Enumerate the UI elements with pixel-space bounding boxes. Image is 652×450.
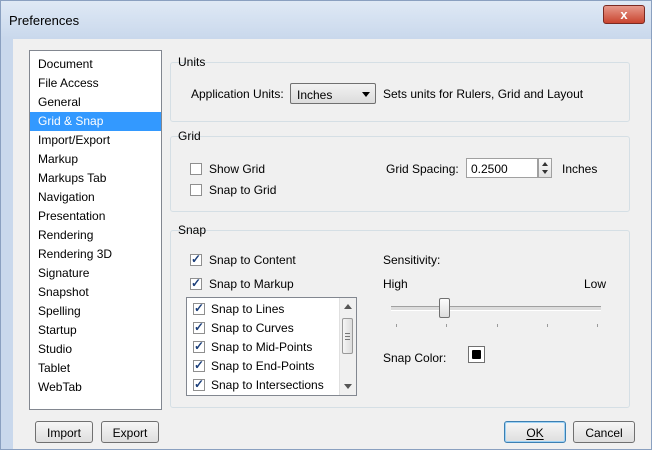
import-button-label: Import bbox=[46, 426, 81, 440]
application-units-dropdown[interactable]: Inches bbox=[290, 83, 376, 104]
snap-option-checkbox[interactable] bbox=[193, 339, 205, 353]
cancel-button[interactable]: Cancel bbox=[573, 421, 635, 443]
snap-option-checkbox[interactable] bbox=[193, 358, 205, 372]
grid-spacing-label: Grid Spacing: bbox=[386, 162, 459, 176]
snap-option-label: Snap to Mid-Points bbox=[211, 340, 313, 354]
grid-spacing-unit: Inches bbox=[562, 162, 598, 176]
thumb-grip bbox=[345, 339, 350, 340]
spin-down-icon bbox=[542, 170, 548, 174]
show-grid-label: Show Grid bbox=[209, 162, 266, 176]
show-grid-checkbox[interactable] bbox=[190, 163, 202, 175]
export-button-label: Export bbox=[112, 426, 148, 440]
grid-spacing-input[interactable]: 0.2500 bbox=[466, 158, 538, 178]
application-units-value: Inches bbox=[297, 88, 333, 102]
grid-spacing-spinner[interactable] bbox=[538, 158, 552, 178]
title-bar[interactable]: Preferences x bbox=[1, 1, 651, 39]
slider-tick bbox=[597, 324, 598, 327]
snap-to-grid-checkbox[interactable] bbox=[190, 184, 202, 196]
category-item[interactable]: Spelling bbox=[30, 302, 161, 321]
application-units-note: Sets units for Rulers, Grid and Layout bbox=[383, 87, 584, 101]
import-button[interactable]: Import bbox=[35, 421, 93, 443]
slider-tick bbox=[446, 324, 447, 327]
sensitivity-high-label: High bbox=[383, 277, 408, 291]
close-icon: x bbox=[620, 7, 628, 22]
sensitivity-slider-track[interactable] bbox=[391, 306, 601, 311]
category-item[interactable]: General bbox=[30, 93, 161, 112]
category-item[interactable]: Snapshot bbox=[30, 283, 161, 302]
snap-option-label: Snap to Lines bbox=[211, 302, 285, 316]
slider-tick bbox=[497, 324, 498, 327]
category-item[interactable]: File Access bbox=[30, 74, 161, 93]
snap-option-label: Snap to Curves bbox=[211, 321, 294, 335]
spin-up-icon bbox=[542, 162, 548, 166]
thumb-grip bbox=[345, 336, 350, 337]
snap-option-checkbox[interactable] bbox=[193, 377, 205, 391]
snap-option-label: Snap to Intersections bbox=[211, 378, 324, 392]
category-item[interactable]: Grid & Snap bbox=[30, 112, 161, 131]
window-frame bbox=[1, 39, 13, 449]
snap-to-content-label: Snap to Content bbox=[209, 253, 296, 267]
category-item[interactable]: Signature bbox=[30, 264, 161, 283]
grid-section-label: Grid bbox=[178, 129, 201, 143]
sensitivity-slider-thumb[interactable] bbox=[438, 298, 450, 318]
category-item[interactable]: Rendering 3D bbox=[30, 245, 161, 264]
category-item[interactable]: Markups Tab bbox=[30, 169, 161, 188]
snap-to-content-checkbox[interactable] bbox=[190, 252, 202, 266]
category-list[interactable]: Document File Access General Grid & Snap Imp… bbox=[29, 50, 162, 410]
snap-section-label: Snap bbox=[178, 223, 207, 237]
preferences-dialog: Preferences x Document File Access General… bbox=[0, 0, 652, 450]
cancel-button-label: Cancel bbox=[585, 426, 623, 440]
scroll-down-icon[interactable] bbox=[344, 384, 352, 389]
category-item[interactable]: Markup bbox=[30, 150, 161, 169]
close-button[interactable]: x bbox=[603, 5, 645, 24]
application-units-label: Application Units: bbox=[191, 87, 284, 101]
dialog-title: Preferences bbox=[9, 13, 80, 28]
category-item[interactable]: Import/Export bbox=[30, 131, 161, 150]
ok-button-label: OK bbox=[526, 426, 544, 440]
snap-option-checkbox[interactable] bbox=[193, 320, 205, 334]
sensitivity-label: Sensitivity: bbox=[383, 253, 441, 267]
scroll-thumb[interactable] bbox=[342, 318, 353, 354]
scroll-up-icon[interactable] bbox=[344, 304, 352, 309]
category-item[interactable]: Tablet bbox=[30, 359, 161, 378]
category-item[interactable]: WebTab bbox=[30, 378, 161, 397]
export-button[interactable]: Export bbox=[101, 421, 159, 443]
category-item[interactable]: Document bbox=[30, 55, 161, 74]
sensitivity-low-label: Low bbox=[584, 277, 607, 291]
snap-options-scrollbar[interactable] bbox=[339, 298, 356, 395]
category-item[interactable]: Startup bbox=[30, 321, 161, 340]
ok-button[interactable]: OK bbox=[504, 421, 566, 443]
snap-to-grid-label: Snap to Grid bbox=[209, 183, 277, 197]
snap-color-swatch bbox=[472, 350, 481, 359]
category-item[interactable]: Navigation bbox=[30, 188, 161, 207]
snap-color-label: Snap Color: bbox=[383, 351, 447, 365]
grid-spacing-value: 0.2500 bbox=[471, 162, 508, 176]
units-section-label: Units bbox=[178, 55, 206, 69]
snap-option-checkbox[interactable] bbox=[193, 301, 205, 315]
category-item[interactable]: Rendering bbox=[30, 226, 161, 245]
snap-color-picker[interactable] bbox=[468, 346, 485, 363]
slider-tick bbox=[547, 324, 548, 327]
category-item[interactable]: Presentation bbox=[30, 207, 161, 226]
category-item[interactable]: Studio bbox=[30, 340, 161, 359]
snap-to-markup-label: Snap to Markup bbox=[209, 277, 294, 291]
snap-to-markup-checkbox[interactable] bbox=[190, 276, 202, 290]
slider-tick bbox=[396, 324, 397, 327]
snap-option-label: Snap to End-Points bbox=[211, 359, 315, 373]
chevron-down-icon bbox=[362, 92, 370, 97]
thumb-grip bbox=[345, 333, 350, 334]
snap-options-list[interactable]: Snap to Intersections Snap to End-Points S… bbox=[186, 297, 357, 396]
